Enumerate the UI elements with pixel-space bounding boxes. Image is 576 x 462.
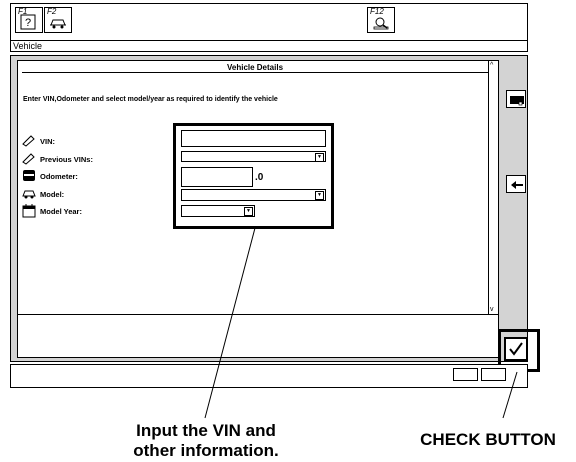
check-callout: CHECK BUTTON — [420, 430, 556, 449]
input-callout-line1: Input the VIN and — [136, 421, 276, 440]
callout-lines — [204, 227, 518, 419]
input-callout: Input the VIN and other information. — [96, 421, 316, 461]
input-callout-line2: other information. — [133, 441, 279, 460]
